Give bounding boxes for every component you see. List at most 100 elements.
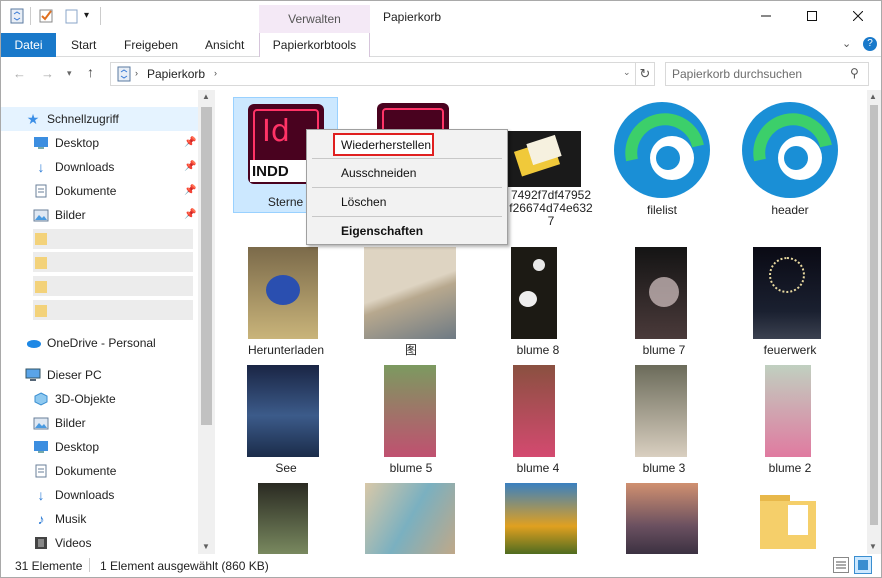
menu-item-ausschneiden[interactable]: Ausschneiden <box>341 162 416 184</box>
file-item-header[interactable]: header <box>727 97 847 217</box>
pin-icon: 📌 <box>184 161 197 172</box>
nav-scrollbar-thumb[interactable] <box>201 107 212 425</box>
address-bar[interactable]: › Papierkorb › ⌄ <box>110 62 636 86</box>
minimize-button[interactable] <box>743 1 789 31</box>
customize-toolbar-icon[interactable]: ▾ <box>84 8 100 24</box>
thumbnail <box>384 365 436 457</box>
properties-icon[interactable] <box>38 8 54 24</box>
maximize-button[interactable] <box>789 1 835 31</box>
nav-dieser-pc[interactable]: Dieser PC <box>25 363 102 387</box>
nav-dokumente[interactable]: Dokumente <box>33 179 116 203</box>
tab-papierkorbtools[interactable]: Papierkorbtools <box>259 33 370 57</box>
chevron-right-icon[interactable]: › <box>214 68 217 78</box>
file-item-row4-2[interactable] <box>351 481 471 554</box>
nav-schnellzugriff[interactable]: ★ Schnellzugriff <box>25 107 119 131</box>
thumbnail <box>364 247 456 339</box>
search-icon[interactable]: ⚲ <box>850 66 859 80</box>
file-label: blume 4 <box>516 461 560 475</box>
scroll-down-icon[interactable]: ▼ <box>869 542 877 551</box>
menu-item-loeschen[interactable]: Löschen <box>341 191 386 213</box>
scroll-up-icon[interactable]: ▲ <box>869 92 877 101</box>
recycle-bin-icon <box>9 8 25 24</box>
document-icon <box>33 183 49 199</box>
file-item-row4-4[interactable] <box>604 481 724 554</box>
content-scrollbar-thumb[interactable] <box>870 105 878 525</box>
cloud-icon <box>25 335 41 351</box>
pin-icon: 📌 <box>184 185 197 196</box>
thumbnail <box>626 483 698 554</box>
scroll-up-icon[interactable]: ▲ <box>202 92 210 101</box>
chevron-right-icon[interactable]: › <box>135 68 138 78</box>
file-label: blume 3 <box>642 461 686 475</box>
file-item-blume-3[interactable]: blume 3 <box>604 363 724 475</box>
nav-onedrive[interactable]: OneDrive - Personal <box>25 331 156 355</box>
nav-pc-dokumente[interactable]: Dokumente <box>33 459 116 483</box>
help-icon[interactable]: ? <box>863 37 877 51</box>
blurred-item <box>33 252 193 272</box>
file-item-herunterladen[interactable]: Herunterladen <box>226 245 346 357</box>
address-dropdown-icon[interactable]: ⌄ <box>623 67 631 78</box>
tab-datei[interactable]: Datei <box>1 33 56 57</box>
nav-downloads[interactable]: ↓ Downloads <box>33 155 115 179</box>
tab-ansicht[interactable]: Ansicht <box>205 33 244 57</box>
new-folder-icon[interactable] <box>63 8 79 24</box>
recent-locations-icon[interactable]: ▾ <box>67 68 72 79</box>
nav-bilder[interactable]: Bilder <box>33 203 86 227</box>
file-item-folder[interactable] <box>730 481 850 553</box>
close-button[interactable] <box>835 1 881 31</box>
nav-desktop[interactable]: Desktop <box>33 131 99 155</box>
menu-item-wiederherstellen[interactable]: Wiederherstellen <box>341 134 431 156</box>
pin-icon: 📌 <box>184 209 197 220</box>
thumbnail <box>511 247 557 339</box>
nav-3d-objekte[interactable]: 3D-Objekte <box>33 387 116 411</box>
file-item-blume-4[interactable]: blume 4 <box>478 363 598 475</box>
file-item-blume-2[interactable]: blume 2 <box>730 363 850 475</box>
large-icons-view-icon[interactable] <box>854 556 872 574</box>
thumbnail <box>505 483 577 554</box>
file-item-see[interactable]: See <box>226 363 346 475</box>
search-field[interactable]: Papierkorb durchsuchen ⚲ <box>665 62 869 86</box>
file-item-feuerwerk[interactable]: feuerwerk <box>730 245 850 357</box>
file-item-row4-1[interactable] <box>226 481 346 554</box>
address-path[interactable]: Papierkorb <box>147 63 205 85</box>
file-label: 图 <box>404 343 417 357</box>
menu-separator <box>312 158 502 159</box>
pictures-icon <box>33 207 49 223</box>
computer-icon <box>25 367 41 383</box>
menu-separator <box>312 187 502 188</box>
forward-arrow-icon[interactable]: → <box>41 66 54 81</box>
pictures-icon <box>33 415 49 431</box>
file-label: See <box>275 461 297 475</box>
details-view-icon[interactable] <box>833 557 849 573</box>
menu-item-eigenschaften[interactable]: Eigenschaften <box>341 220 423 242</box>
cube-icon <box>33 391 49 407</box>
file-item-picture[interactable]: 图 <box>351 245 471 357</box>
chevron-down-icon[interactable]: ⌄ <box>842 37 851 50</box>
nav-pc-videos[interactable]: Videos <box>33 531 91 555</box>
scroll-down-icon[interactable]: ▼ <box>202 542 210 551</box>
nav-pc-musik[interactable]: ♪ Musik <box>33 507 87 531</box>
address-row: ← → ▾ ↑ › Papierkorb › ⌄ ↻ Papierkorb du… <box>1 58 881 90</box>
file-item-blume-5[interactable]: blume 5 <box>351 363 471 475</box>
file-label: 7492f7df47952 f26674d74e632 7 <box>509 188 593 228</box>
manage-context-tab[interactable]: Verwalten <box>259 5 370 33</box>
thumbnail <box>635 365 687 457</box>
tab-start[interactable]: Start <box>71 33 96 57</box>
music-icon: ♪ <box>37 511 45 527</box>
file-item-blume-8[interactable]: blume 8 <box>478 245 598 357</box>
back-arrow-icon[interactable]: ← <box>13 66 26 81</box>
file-item-row4-3[interactable] <box>478 481 598 554</box>
nav-pc-desktop[interactable]: Desktop <box>33 435 99 459</box>
title-bar: ▾ Verwalten Papierkorb <box>1 1 881 33</box>
file-item-filelist[interactable]: filelist <box>599 97 719 217</box>
thumbnail <box>513 365 555 457</box>
nav-pc-downloads[interactable]: ↓ Downloads <box>33 483 115 507</box>
file-item-blume-7[interactable]: blume 7 <box>604 245 724 357</box>
nav-pc-bilder[interactable]: Bilder <box>33 411 86 435</box>
refresh-button[interactable]: ↻ <box>636 62 655 86</box>
status-bar: 31 Elemente 1 Element ausgewählt (860 KB… <box>1 554 881 577</box>
window-title: Papierkorb <box>383 10 442 24</box>
file-label: feuerwerk <box>763 343 817 357</box>
up-arrow-icon[interactable]: ↑ <box>87 64 94 80</box>
tab-freigeben[interactable]: Freigeben <box>124 33 178 57</box>
